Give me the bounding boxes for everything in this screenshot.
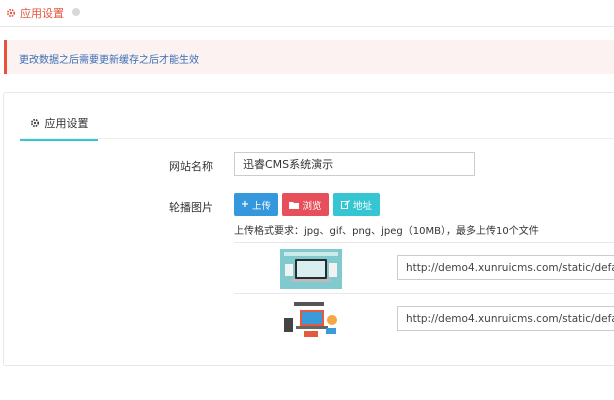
- notice-alert: 更改数据之后需要更新缓存之后才能生效: [4, 40, 614, 74]
- top-bar: 应用设置: [0, 0, 614, 27]
- tab-divider: [20, 138, 614, 139]
- tab-app-settings[interactable]: 应用设置: [20, 107, 98, 141]
- alert-message: 更改数据之后需要更新缓存之后才能生效: [19, 55, 199, 66]
- browse-button[interactable]: 浏览: [282, 193, 329, 216]
- carousel-label: 轮播图片: [169, 201, 213, 214]
- page-title: 应用设置: [20, 7, 64, 20]
- edit-icon: [340, 200, 350, 209]
- file-url-input[interactable]: http://demo4.xunruicms.com/static/defaul…: [397, 306, 614, 331]
- image-thumbnail[interactable]: [280, 249, 342, 289]
- file-url-input[interactable]: http://demo4.xunruicms.com/static/defaul…: [397, 255, 614, 280]
- file-row: http://demo4.xunruicms.com/static/defaul…: [234, 293, 614, 344]
- upload-button[interactable]: + 上传: [234, 193, 278, 216]
- gear-icon: [6, 8, 16, 18]
- tab-label: 应用设置: [44, 116, 89, 130]
- page-tab[interactable]: 应用设置: [6, 5, 64, 21]
- url-button[interactable]: 地址: [333, 193, 380, 216]
- plus-icon: +: [241, 199, 249, 210]
- upload-hint: 上传格式要求：jpg、gif、png、jpeg（10MB），最多上传10个文件: [234, 226, 539, 237]
- image-thumbnail[interactable]: [280, 300, 342, 340]
- gear-icon: [30, 118, 39, 127]
- file-row: http://demo4.xunruicms.com/static/defaul…: [234, 242, 614, 293]
- site-name-label: 网站名称: [169, 160, 213, 173]
- site-name-input[interactable]: 迅睿CMS系统演示: [234, 152, 475, 176]
- status-dot-icon: [72, 8, 80, 16]
- folder-icon: [289, 201, 300, 209]
